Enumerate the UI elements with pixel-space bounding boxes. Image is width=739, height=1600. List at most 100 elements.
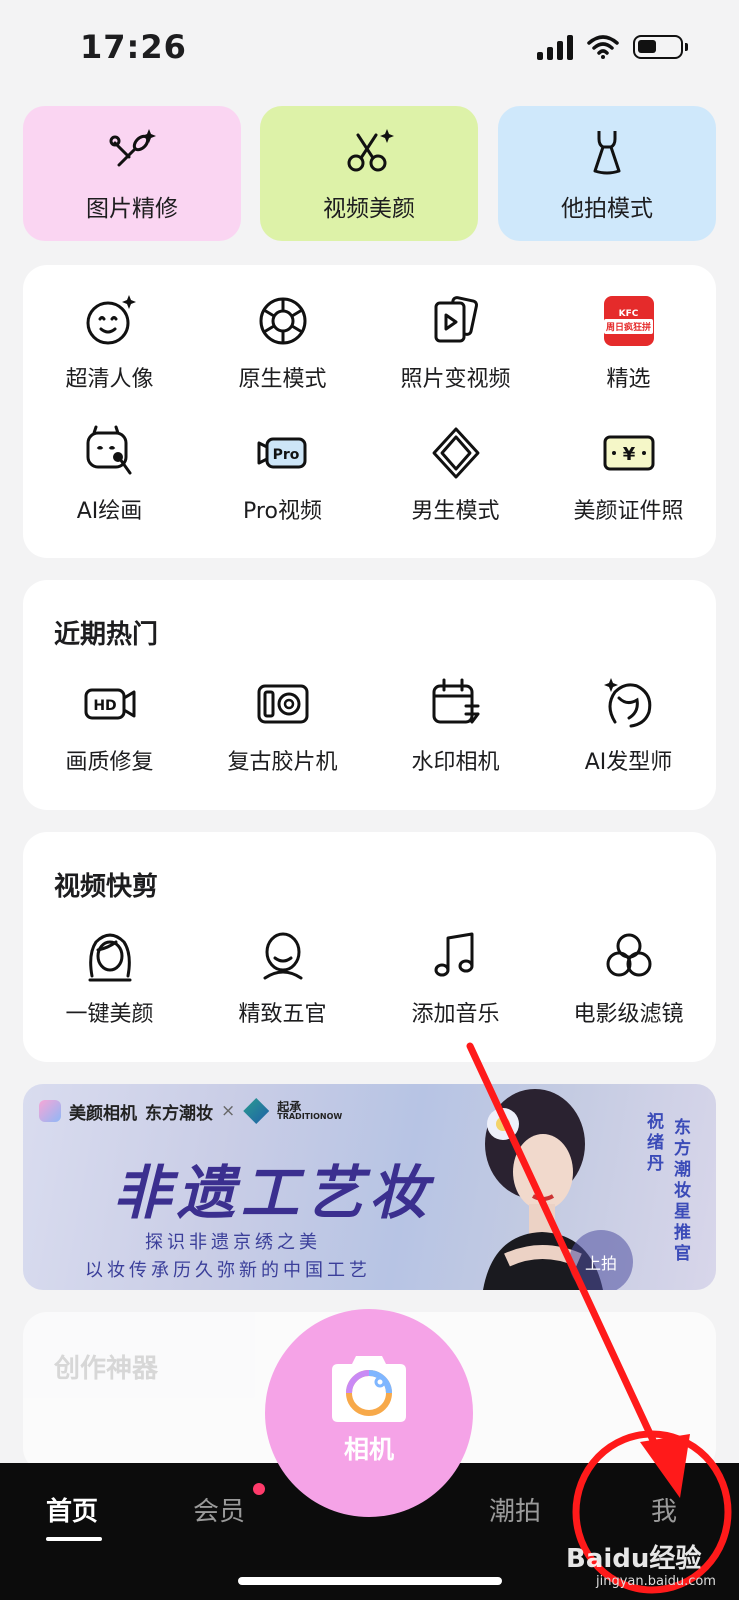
hot-quality-repair[interactable]: HD 画质修复 [23,676,196,776]
music-note-icon [434,932,473,977]
banner-headline: 非遗工艺妆 [113,1159,434,1227]
hot-label: 复古胶片机 [227,750,338,775]
tab-vip[interactable]: 会员 [193,1491,245,1528]
hot-ai-hairstylist[interactable]: AI发型师 [542,676,715,776]
svg-text:HD: HD [93,698,116,714]
tool-native-mode[interactable]: 原生模式 [196,293,369,393]
hot-retro-film[interactable]: 复古胶片机 [196,676,369,776]
face-outline-icon [263,932,302,980]
camera-label: 相机 [343,1435,394,1464]
aperture-icon [259,297,306,345]
baidu-watermark-url: jingyan.baidu.com [596,1574,716,1589]
tool-ai-paint[interactable]: AI绘画 [23,425,196,525]
makeup-brush-icon [109,128,156,166]
status-icons [537,34,688,60]
status-bar: 17:26 [0,0,739,100]
video-edit-panel: 视频快剪 一键美颜 精致五官 添加音乐 电影级滤镜 [23,832,716,1062]
id-photo-icon: ¥ [603,435,654,471]
hot-watermark-camera[interactable]: 水印相机 [369,676,542,776]
cellular-signal-icon [537,34,573,60]
tools-row-1: 超清人像 原生模式 照片变视频 KFC 周日疯狂拼 精选 [23,293,716,393]
svg-text:¥: ¥ [622,444,635,465]
banner-brand: 美颜相机 东方潮妆 × 起承 TRADITIONOW [39,1098,342,1124]
hot-label: 水印相机 [411,750,500,775]
dress-icon [593,130,621,174]
scissors-icon [347,128,394,171]
partner-logo-icon [243,1098,270,1124]
tab-trend[interactable]: 潮拍 [489,1491,541,1528]
tool-label: 照片变视频 [400,367,511,392]
camera-button[interactable]: 相机 [265,1309,473,1517]
app-logo-icon [39,1100,61,1122]
banner-brand-1: 美颜相机 [69,1103,137,1124]
home-indicator [238,1577,502,1585]
hd-video-icon: HD [84,688,135,720]
tool-male-mode[interactable]: 男生模式 [369,425,542,525]
video-beauty-label: 视频美颜 [323,195,415,222]
pro-video-icon: Pro [257,437,306,469]
video-edit-title: 视频快剪 [54,872,159,902]
edit-label: 电影级滤镜 [573,1002,684,1027]
edit-label: 精致五官 [238,1002,327,1027]
woman-face-icon [88,933,131,982]
other-shoot-card[interactable]: 他拍模式 [498,106,716,241]
tab-home-indicator [46,1537,102,1541]
edit-one-tap-beauty[interactable]: 一键美颜 [23,928,196,1028]
tab-me[interactable]: 我 [651,1491,677,1528]
film-camera-icon [257,684,308,724]
edit-label: 一键美颜 [65,1002,154,1027]
ai-paint-icon [86,425,131,475]
edit-refined-features[interactable]: 精致五官 [196,928,369,1028]
banner-vertical-1: 东方潮妆星推官 [670,1118,690,1265]
tools-panel: 超清人像 原生模式 照片变视频 KFC 周日疯狂拼 精选 AI绘画 Pro Pr… [23,265,716,558]
edit-cinematic-filter[interactable]: 电影级滤镜 [542,928,715,1028]
photo-video-icon [434,296,478,343]
edit-label: 添加音乐 [411,1002,500,1027]
tool-pro-video[interactable]: Pro Pro视频 [196,425,369,525]
tool-label: 超清人像 [65,367,154,392]
banner-shoot-button[interactable]: 上拍 [569,1230,633,1290]
recent-hot-title: 近期热门 [54,620,159,650]
wifi-icon [587,35,619,59]
tool-id-photo[interactable]: ¥ 美颜证件照 [542,425,715,525]
tool-label: 美颜证件照 [573,499,684,524]
video-beauty-card[interactable]: 视频美颜 [260,106,478,241]
tool-featured[interactable]: KFC 周日疯狂拼 精选 [542,293,715,393]
hot-label: AI发型师 [584,750,673,775]
tool-label: 男生模式 [411,499,500,524]
promo-thumbnail-icon: KFC 周日疯狂拼 [603,296,654,346]
photo-retouch-card[interactable]: 图片精修 [23,106,241,241]
banner-vertical-2: 祝绪丹 [643,1112,663,1175]
banner-partner-en: TRADITIONOW [277,1112,343,1121]
tool-label: 精选 [606,367,651,392]
status-time: 17:26 [80,28,187,66]
tab-home[interactable]: 首页 [46,1491,98,1528]
promo-banner[interactable]: 美颜相机 东方潮妆 × 起承 TRADITIONOW 非遗工艺妆 探识非遗京绣之… [23,1084,716,1290]
recent-hot-row: HD 画质修复 复古胶片机 水印相机 AI发型师 [23,676,716,776]
recent-hot-panel: 近期热门 HD 画质修复 复古胶片机 水印相机 AI发型师 [23,580,716,810]
edit-add-music[interactable]: 添加音乐 [369,928,542,1028]
tool-label: Pro视频 [243,499,322,524]
hot-label: 画质修复 [65,750,154,775]
baidu-watermark: Baidu经验 [566,1544,702,1574]
tool-hd-portrait[interactable]: 超清人像 [23,293,196,393]
tool-photo-to-video[interactable]: 照片变视频 [369,293,542,393]
diamond-icon [432,427,479,479]
hairstyle-icon [603,678,651,728]
face-sparkle-icon [86,295,136,345]
svg-text:Pro: Pro [272,447,299,463]
banner-subtitle-2: 以妆传承历久弥新的中国工艺 [85,1260,371,1281]
calendar-edit-icon [432,678,479,724]
camera-icon [332,1356,406,1422]
video-edit-row: 一键美颜 精致五官 添加音乐 电影级滤镜 [23,928,716,1028]
promo-text: 周日疯狂拼 [603,318,653,334]
photo-retouch-label: 图片精修 [86,195,178,222]
vip-badge-dot [253,1483,265,1495]
other-shoot-label: 他拍模式 [561,195,653,222]
tool-label: AI绘画 [76,499,143,524]
banner-brand-2: 东方潮妆 [145,1103,213,1124]
creation-title: 创作神器 [54,1354,159,1384]
banner-cross: × [221,1101,236,1121]
filter-circles-icon [606,933,651,977]
tools-row-2: AI绘画 Pro Pro视频 男生模式 ¥ 美颜证件照 [23,425,716,525]
